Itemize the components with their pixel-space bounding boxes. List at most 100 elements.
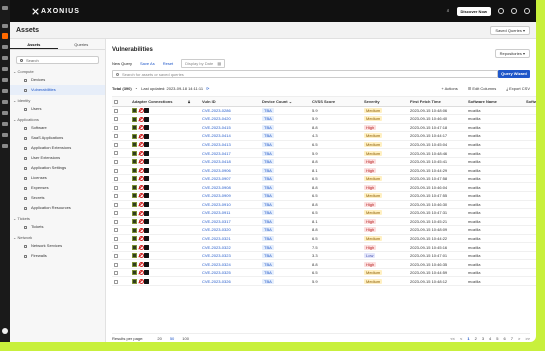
page-size-option[interactable]: 50 [170,336,174,341]
page-link[interactable]: 2 [475,336,477,341]
sidebar-item[interactable]: Software [10,123,105,133]
table-row[interactable]: CVE-2023-0324 TBA 8.8 High 2023-09-15 10:46:… [112,259,536,269]
page-size-option[interactable]: 20 [157,336,161,341]
table-row[interactable]: CVE-2023-0413 TBA 6.5 Medium 2023-09-15 10:4… [112,140,536,150]
device-count-badge[interactable]: TBA [262,107,274,113]
activity-icon[interactable] [2,78,8,82]
row-checkbox[interactable] [114,245,118,250]
sidebar-item[interactable]: Licenses [10,173,105,183]
table-row[interactable]: CVE-2023-0317 TBA 8.1 High 2023-09-15 10:45:… [112,217,536,227]
column-header-cvss-score[interactable]: CVSS Score [310,97,362,107]
row-checkbox[interactable] [114,228,118,233]
column-header-adapter-connections[interactable]: Adapter Connections [130,97,186,107]
device-count-badge[interactable]: TBA [262,124,274,130]
vuln-id-link[interactable]: CVE-2023-0911 [202,210,230,215]
sidebar-group-header[interactable]: ⌄ Identity [13,97,105,104]
display-by-date-input[interactable]: Display by Date ▦ [181,59,226,68]
column-header-device-count[interactable]: Device Count ⌄ [260,97,310,107]
instances-icon[interactable] [2,100,8,104]
vuln-id-link[interactable]: CVE-2023-0909 [202,193,231,198]
reports-icon[interactable] [2,67,8,71]
vuln-id-link[interactable]: CVE-2023-0324 [202,262,231,267]
sidebar-item[interactable]: Expenses [10,183,105,193]
column-header-software[interactable]: Software [524,97,536,107]
page-link[interactable]: << [450,336,455,341]
query-wizard-button[interactable]: Query Wizard [498,70,530,78]
table-row[interactable]: CVE-2023-0326 TBA 5.9 Medium 2023-09-15 10:4… [112,276,536,286]
table-row[interactable]: CVE-2023-0907 TBA 6.5 Medium 2023-09-15 10:4… [112,174,536,184]
vuln-id-link[interactable]: CVE-2023-0413 [202,142,231,147]
row-checkbox[interactable] [114,117,118,122]
sidebar-item[interactable]: Application Resources [10,203,105,213]
row-checkbox[interactable] [114,211,118,216]
column-header-software-name[interactable]: Software Name [466,97,524,107]
table-row[interactable]: CVE-2023-0910 TBA 8.8 High 2023-09-15 10:46:… [112,200,536,210]
enforcement-icon[interactable] [2,45,8,49]
page-link[interactable]: 6 [504,336,506,341]
sidebar-group-header[interactable]: ⌄ Applications [13,116,105,123]
export-csv-button[interactable]: ⤓ Export CSV [506,86,530,91]
row-checkbox[interactable] [114,177,118,182]
row-checkbox[interactable] [114,254,118,258]
table-row[interactable]: CVE-2023-0415 TBA 8.8 High 2023-09-15 10:47:… [112,123,536,133]
device-count-badge[interactable]: TBA [262,184,274,190]
sidebar-search-input[interactable]: Search [16,56,99,64]
row-checkbox[interactable] [114,279,118,284]
table-row[interactable]: CVE-2023-0414 TBA 4.3 Medium 2023-09-15 10:4… [112,131,536,141]
sidebar-item[interactable]: Application Extensions [10,143,105,153]
device-count-badge[interactable]: TBA [262,159,274,165]
vuln-id-link[interactable]: CVE-2023-0910 [202,202,231,207]
actions-icon[interactable] [2,89,8,93]
sidebar-item[interactable]: Users [10,104,105,114]
vuln-id-link[interactable]: CVE-2023-0326 [202,279,231,284]
device-count-badge[interactable]: TBA [262,167,274,173]
table-row[interactable]: CVE-2023-0420 TBA 5.9 Medium 2023-09-15 10:4… [112,114,536,124]
page-link[interactable]: > [518,336,520,341]
row-checkbox[interactable] [114,236,118,241]
table-row[interactable]: CVE-2023-0909 TBA 6.5 Medium 2023-09-15 10:4… [112,191,536,201]
vuln-id-link[interactable]: CVE-2023-0418 [202,159,231,164]
vuln-id-link[interactable]: CVE-2023-0906 [202,168,231,173]
sidebar-item[interactable]: SaaS Applications [10,133,105,143]
device-count-badge[interactable]: TBA [262,218,274,224]
device-count-badge[interactable]: TBA [262,235,274,241]
device-count-badge[interactable]: TBA [262,270,274,276]
vuln-id-link[interactable]: CVE-2023-0320 [202,227,231,232]
device-count-badge[interactable]: TBA [262,278,274,284]
page-size-option[interactable]: 100 [182,336,189,341]
notifications-icon[interactable] [511,8,517,14]
device-count-badge[interactable]: TBA [262,193,274,199]
help-icon[interactable] [498,8,504,14]
page-link[interactable]: 1 [467,336,469,341]
adapters-icon[interactable] [2,56,8,60]
tasks-icon[interactable] [2,111,8,115]
discover-now-button[interactable]: Discover Now [456,6,491,16]
table-row[interactable]: CVE-2023-0906 TBA 8.1 High 2023-09-15 10:44:… [112,165,536,175]
page-link[interactable]: >> [525,336,530,341]
admin-icon[interactable] [2,144,8,148]
vuln-id-link[interactable]: CVE-2023-0415 [202,125,231,130]
row-checkbox[interactable] [114,159,118,164]
row-checkbox[interactable] [114,142,118,147]
device-count-badge[interactable]: TBA [262,141,274,147]
device-count-badge[interactable]: TBA [262,116,274,122]
row-checkbox[interactable] [114,134,118,139]
row-checkbox[interactable] [114,185,118,190]
sidebar-item[interactable]: Tickets [10,222,105,232]
sidebar-item[interactable]: Devices [10,75,105,85]
table-row[interactable]: CVE-2023-0286 TBA 5.9 Medium 2023-09-15 10:4… [112,106,536,116]
gear-icon[interactable] [524,8,530,14]
table-row[interactable]: CVE-2023-0322 TBA 7.5 High 2023-09-15 10:45:… [112,242,536,252]
table-row[interactable]: CVE-2023-0911 TBA 6.5 Medium 2023-09-15 10:4… [112,208,536,218]
sidebar-group-header[interactable]: ⌄ Compute [13,68,105,75]
row-checkbox[interactable] [114,125,118,130]
vuln-id-link[interactable]: CVE-2023-0322 [202,245,231,250]
column-header-vuln-id[interactable]: Vuln ID [200,97,260,107]
assets-icon[interactable] [2,33,8,39]
sidebar-item[interactable]: Network Services [10,241,105,251]
row-checkbox[interactable] [114,262,118,267]
device-count-badge[interactable]: TBA [262,227,274,233]
row-checkbox[interactable] [114,151,118,156]
settings-icon[interactable] [2,122,8,126]
table-row[interactable]: CVE-2023-0320 TBA 8.8 High 2023-09-15 10:48:… [112,225,536,235]
